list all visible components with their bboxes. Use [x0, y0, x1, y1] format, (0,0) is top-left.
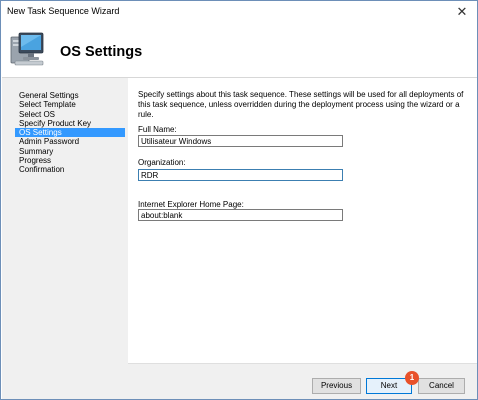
organization-label: Organization:: [138, 158, 186, 167]
sidebar-item-specify-product-key[interactable]: Specify Product Key: [2, 119, 128, 128]
full-name-label: Full Name:: [138, 125, 177, 134]
sidebar-item-select-os[interactable]: Select OS: [2, 110, 128, 119]
step-number-badge: 1: [405, 371, 419, 385]
wizard-steps-list: General Settings Select Template Select OS…: [2, 91, 128, 175]
computer-monitor-icon: [10, 32, 44, 66]
sidebar-item-confirmation[interactable]: Confirmation: [2, 165, 128, 174]
sidebar-item-os-settings[interactable]: OS Settings: [15, 128, 125, 138]
wizard-header: OS Settings: [1, 23, 477, 77]
previous-button[interactable]: Previous: [312, 378, 361, 394]
cancel-button[interactable]: Cancel: [418, 378, 465, 394]
window-title: New Task Sequence Wizard: [7, 6, 120, 16]
full-name-field[interactable]: [138, 135, 343, 147]
description-text: Specify settings about this task sequenc…: [138, 90, 464, 119]
title-bar[interactable]: New Task Sequence Wizard ✕: [1, 1, 477, 23]
wizard-footer: Previous Next Cancel: [128, 363, 477, 399]
page-title: OS Settings: [60, 44, 143, 60]
sidebar-item-progress[interactable]: Progress: [2, 156, 128, 165]
wizard-window: New Task Sequence Wizard ✕ OS Settings G…: [0, 0, 478, 400]
wizard-steps-sidebar: General Settings Select Template Select OS…: [2, 77, 128, 399]
sidebar-item-general-settings[interactable]: General Settings: [2, 91, 128, 100]
sidebar-item-summary[interactable]: Summary: [2, 147, 128, 156]
close-icon[interactable]: ✕: [449, 1, 475, 23]
sidebar-item-admin-password[interactable]: Admin Password: [2, 137, 128, 146]
organization-field[interactable]: [138, 169, 343, 181]
ie-home-page-field[interactable]: [138, 209, 343, 221]
os-settings-panel: Specify settings about this task sequenc…: [128, 77, 477, 363]
ie-home-page-label: Internet Explorer Home Page:: [138, 200, 244, 209]
sidebar-item-select-template[interactable]: Select Template: [2, 100, 128, 109]
